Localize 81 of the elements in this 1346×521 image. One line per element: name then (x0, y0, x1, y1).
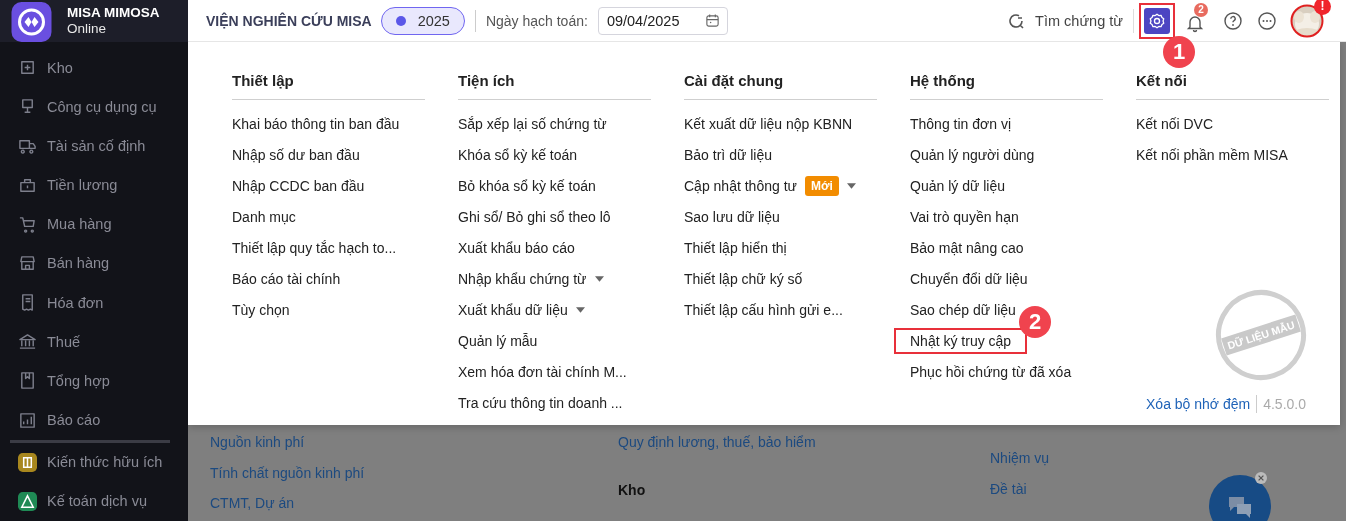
menu-item[interactable]: Quản lý dữ liệu (910, 177, 1005, 194)
organization-name: VIỆN NGHIÊN CỨU MISA (206, 12, 372, 29)
menu-section-title: Thiết lập (232, 72, 425, 100)
version-label: 4.5.0.0 (1263, 396, 1306, 412)
menu-item[interactable]: Báo cáo tài chính (232, 270, 341, 287)
menu-item[interactable]: Thiết lập quy tắc hạch to... (232, 239, 397, 256)
menu-item[interactable]: Xem hóa đơn tài chính M... (458, 363, 627, 380)
menu-item[interactable]: Tùy chọn (232, 301, 290, 318)
calendar-icon (704, 13, 720, 28)
section-heading: Kho (618, 480, 647, 500)
menu-item[interactable]: Nhập số dư ban đầu (232, 146, 360, 163)
sidebar-item[interactable]: Bán hàng (0, 243, 188, 284)
menu-section-title: Kết nối (1136, 72, 1329, 100)
sidebar-item[interactable]: Kế toán dịch vụ (0, 481, 188, 521)
chat-button[interactable] (1209, 475, 1271, 521)
help-icon[interactable] (1223, 10, 1243, 31)
chart-icon (18, 410, 37, 430)
menu-item[interactable]: Quản lý người dùng (910, 146, 1035, 163)
menu-section-title: Hệ thống (910, 72, 1103, 100)
sidebar-item[interactable]: Kiến thức hữu ích (0, 442, 188, 482)
menu-item[interactable]: Kết nối phần mềm MISA (1136, 146, 1288, 163)
more-icon[interactable] (1257, 10, 1277, 31)
caret-icon[interactable] (575, 306, 585, 313)
sidebar-item[interactable]: Báo cáo (0, 400, 188, 440)
date-label: Ngày hạch toán: (485, 12, 588, 29)
menu-item[interactable]: Cập nhật thông tư (684, 177, 797, 194)
new-badge: Mới (804, 175, 839, 196)
menu-item[interactable]: Kết xuất dữ liệu nộp KBNN (684, 115, 853, 132)
menu-item[interactable]: Thiết lập chữ ký số (684, 270, 803, 287)
caret-icon[interactable] (846, 182, 856, 189)
menu-item[interactable]: Phục hồi chứng từ đã xóa (910, 363, 1072, 380)
notification-badge: 2 (1194, 2, 1208, 17)
menu-section-title: Tiện ích (458, 72, 651, 100)
menu-item[interactable]: Kết nối DVC (1136, 115, 1214, 132)
menu-item[interactable]: Danh mục (232, 208, 296, 225)
sidebar-item[interactable]: Mua hàng (0, 204, 188, 244)
menu-item[interactable]: Tra cứu thông tin doanh ... (458, 394, 623, 411)
close-icon[interactable] (1255, 472, 1267, 484)
menu-item[interactable]: Bảo mật nâng cao (910, 239, 1024, 256)
date-field[interactable]: 09/04/2025 (597, 6, 728, 35)
menu-item[interactable]: Sao chép dữ liệu (910, 301, 1016, 318)
sidebar-item[interactable]: Tài sản cố định (0, 126, 188, 166)
callout-number: 2 (1019, 305, 1052, 338)
book-icon (18, 371, 37, 391)
store-icon (18, 253, 37, 273)
menu-item[interactable]: Bỏ khóa sổ kỳ kế toán (458, 177, 596, 194)
sidebar-item[interactable]: Công cụ dụng cụ (0, 87, 188, 127)
sidebar-item[interactable]: Tổng hợp (0, 361, 188, 401)
clear-cache-link[interactable]: Xóa bộ nhớ đệm (1146, 396, 1251, 412)
menu-item[interactable]: Vai trò quyền hạn (910, 208, 1019, 225)
app-name: MISA MIMOSA (67, 5, 160, 21)
sidebar-item[interactable]: Kho (0, 48, 188, 88)
menu-item[interactable]: Nhập CCDC ban đầu (232, 177, 365, 194)
menu-item[interactable]: Thiết lập cấu hình gửi e... (684, 301, 843, 318)
caret-icon[interactable] (594, 275, 604, 282)
menu-item[interactable]: Thông tin đơn vị (910, 115, 1011, 132)
menu-item[interactable]: Quản lý mẫu (458, 332, 538, 349)
menu-item[interactable]: Xuất khẩu dữ liệu (458, 301, 568, 318)
menu-item[interactable]: Chuyển đổi dữ liệu (910, 270, 1028, 287)
menu-item[interactable]: Bảo trì dữ liệu (684, 146, 772, 163)
menu-item[interactable]: Sao lưu dữ liệu (684, 208, 780, 225)
year-selector[interactable]: 2025 (380, 6, 465, 35)
bank-icon (18, 332, 37, 352)
menu-item[interactable]: Nhật ký truy cập (910, 332, 1012, 349)
menu-item[interactable]: Nhập khẩu chứng từ (458, 270, 587, 287)
menu-item[interactable]: Sắp xếp lại số chứng từ (458, 115, 607, 132)
sidebar-item[interactable]: Hóa đơn (0, 283, 188, 323)
cart-icon (18, 214, 37, 234)
callout-number: 1 (1163, 35, 1195, 68)
search-link[interactable]: Tìm chứng từ (1035, 12, 1123, 29)
sidebar-item[interactable]: Thuế (0, 322, 188, 362)
app-edition: Online (67, 21, 108, 37)
alert-badge: ! (1314, 0, 1331, 15)
sidebar-item[interactable]: Tiền lương (0, 165, 188, 205)
menu-item[interactable]: Xuất khẩu báo cáo (458, 239, 575, 256)
menu-item[interactable]: Khai báo thông tin ban đầu (232, 115, 400, 132)
menu-section-title: Cài đặt chung (684, 72, 877, 100)
menu-item[interactable]: Thiết lập hiển thị (684, 239, 787, 256)
menu-item[interactable]: Khóa sổ kỳ kế toán (458, 146, 578, 163)
logo-icon (10, 2, 53, 42)
menu-item[interactable]: Ghi sổ/ Bỏ ghi sổ theo lô (458, 208, 611, 225)
